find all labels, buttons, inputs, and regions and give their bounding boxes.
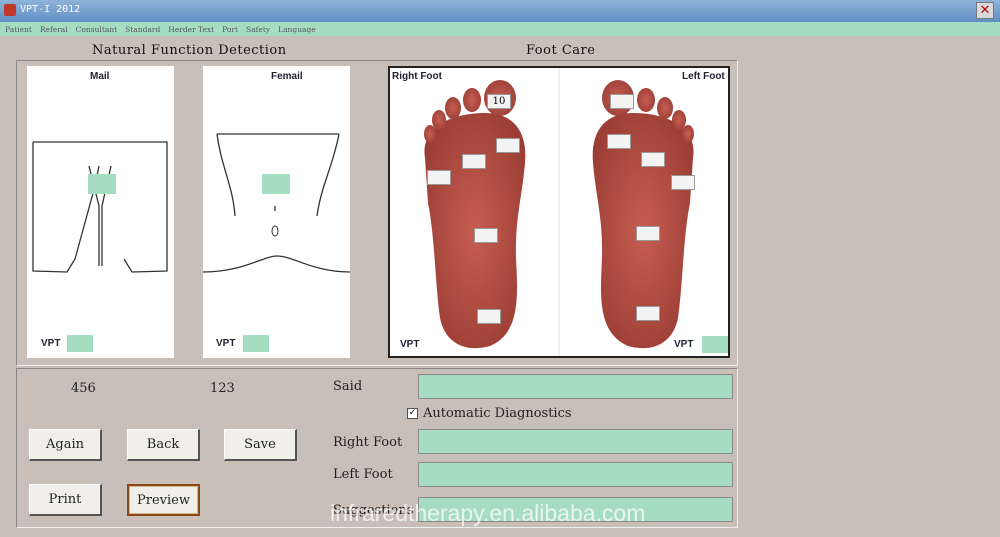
- right-foot-field[interactable]: [418, 429, 733, 454]
- left-foot-marker: [641, 152, 665, 167]
- menu-item-referal[interactable]: Referal: [40, 25, 68, 34]
- automatic-diagnostics-checkbox[interactable]: ✓: [407, 408, 418, 419]
- female-card: Femail VPT: [203, 66, 350, 358]
- female-detection-area: [262, 174, 290, 194]
- male-vpt-indicator: [67, 335, 93, 352]
- left-foot-marker: [671, 175, 695, 190]
- foot-vpt-indicator: [702, 336, 728, 353]
- feet-illustration: [424, 68, 694, 356]
- left-foot-marker: [636, 306, 660, 321]
- menu-item-language[interactable]: Language: [278, 25, 316, 34]
- left-foot-toe-marker: [610, 94, 634, 109]
- male-value: 456: [71, 381, 96, 396]
- foot-card: Right Foot Left Foot 10 VPT VPT: [388, 66, 730, 358]
- print-button[interactable]: Print: [29, 484, 102, 516]
- close-button[interactable]: ✕: [976, 2, 994, 19]
- app-icon: [4, 4, 16, 16]
- menu-item-patient[interactable]: Patient: [5, 25, 32, 34]
- foot-care-title: Foot Care: [526, 43, 596, 58]
- foot-vpt-right-label: VPT: [674, 339, 694, 350]
- right-foot-marker: [462, 154, 486, 169]
- menu-item-herder-text[interactable]: Herder Text: [168, 25, 214, 34]
- window-title: VPT-I 2012: [20, 4, 81, 15]
- female-body-outline: [203, 133, 350, 273]
- again-button[interactable]: Again: [29, 429, 102, 461]
- female-vpt-label: VPT: [216, 338, 236, 349]
- female-vpt-indicator: [243, 335, 269, 352]
- watermark: infraredtherapy.en.alibaba.com: [330, 500, 646, 526]
- female-value: 123: [210, 381, 235, 396]
- left-foot-field-label: Left Foot: [333, 467, 393, 482]
- menu-bar: Patient Referal Consultant Standard Herd…: [0, 22, 1000, 36]
- right-foot-marker: [427, 170, 451, 185]
- menu-item-safety[interactable]: Safety: [246, 25, 270, 34]
- menu-item-standard[interactable]: Standard: [125, 25, 160, 34]
- title-bar: VPT-I 2012 ✕: [0, 0, 1000, 22]
- automatic-diagnostics-label: Automatic Diagnostics: [423, 406, 572, 421]
- right-foot-field-label: Right Foot: [333, 435, 403, 450]
- left-foot-marker: [607, 134, 631, 149]
- right-foot-marker: [474, 228, 498, 243]
- menu-item-consultant[interactable]: Consultant: [76, 25, 118, 34]
- right-foot-marker: [477, 309, 501, 324]
- male-card: Mail VPT: [27, 66, 174, 358]
- menu-item-port[interactable]: Port: [222, 25, 238, 34]
- right-foot-marker: [496, 138, 520, 153]
- left-foot-marker: [636, 226, 660, 241]
- said-field[interactable]: [418, 374, 733, 399]
- save-button[interactable]: Save: [224, 429, 297, 461]
- natural-function-title: Natural Function Detection: [92, 43, 287, 58]
- male-vpt-label: VPT: [41, 338, 61, 349]
- back-button[interactable]: Back: [127, 429, 200, 461]
- male-detection-area: [88, 174, 116, 194]
- left-foot-field[interactable]: [418, 462, 733, 487]
- said-label: Said: [333, 379, 363, 394]
- foot-vpt-left-label: VPT: [400, 339, 420, 350]
- right-foot-toe-marker: 10: [487, 94, 511, 109]
- preview-button[interactable]: Preview: [127, 484, 200, 516]
- male-body-outline: [32, 141, 168, 273]
